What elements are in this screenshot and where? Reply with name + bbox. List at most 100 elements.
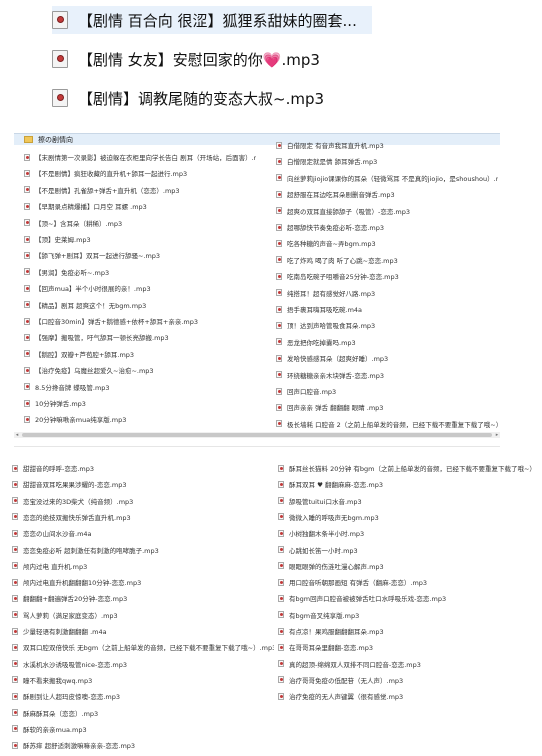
scroll-right-icon[interactable]: ▸ [494, 432, 500, 438]
list-item[interactable]: 心跳如长笛一小时.mp3 [278, 545, 540, 555]
file-name: 酥软的亲亲mua.mp3 [23, 725, 87, 734]
list-item[interactable]: 有bgm音叉纯享版.mp3 [278, 610, 540, 620]
file-name: 【强摩】搬吸管，吁气舔耳一顿长亮舔搬.mp3 [35, 334, 169, 343]
list-item[interactable]: 恋恋的绝技双搬快乐弹舌直升机.mp3 [12, 512, 274, 522]
file-name: 酥麻酥耳朵（恋恋）.mp3 [23, 709, 99, 718]
list-item[interactable]: 治疗免疫的无人声键翼（很有感觉.mp3 [278, 691, 540, 701]
list-item[interactable]: 有点凉！果鸡服翻翻翻耳朵.mp3 [278, 626, 540, 636]
list-item[interactable]: 回声口腔音.mp3 [276, 386, 498, 396]
list-item[interactable]: 【精品】剧耳 超爽这个！无bgm.mp3 [24, 300, 256, 310]
scroll-left-icon[interactable]: ◂ [14, 432, 20, 438]
list-item[interactable]: 【回声mua】半个小时很展的亲！.mp3 [24, 283, 256, 293]
file-row[interactable]: 【剧情 女友】安慰回家的你💗.mp3 [52, 45, 320, 73]
file-name: 10分钟弹舌.mp3 [35, 400, 86, 408]
file-name: 恋宝没过来的3D柴犬（纯音频）.mp3 [23, 497, 134, 506]
audio-file-icon [278, 529, 284, 537]
audio-file-icon [276, 256, 282, 264]
list-item[interactable]: 【不是剧情】孔雀舔+弹舌+直升机（恋恋）.mp3 [24, 185, 256, 195]
file-name: 【末剧情第一次录影】被迫躲在衣柜里向学长告白 剧耳（开场站，后面害）.mp3 [35, 154, 256, 162]
file-name: 瞳不看来搬我qwq.mp3 [23, 676, 93, 685]
list-item[interactable]: 双耳口腔双倍快乐 无bgm（之前上船单发的音频，已经下载不要重复下载了哦~）.m… [12, 642, 274, 652]
list-item[interactable]: 白憎限定就是情 舔耳弹舌.mp3 [276, 156, 498, 166]
list-item[interactable]: 回声亲亲 弹舌 翻翻翻 眼睛 .mp3 [276, 402, 498, 412]
file-name: 【剧情 女友】安慰回家的你💗.mp3 [78, 50, 320, 69]
list-item[interactable]: 10分钟弹舌.mp3 [24, 398, 256, 408]
list-item[interactable]: 向丝萝莉jiojio课课你的耳朵（轻微骂耳 不是真的jiojio，是shoush… [276, 173, 498, 183]
list-item[interactable]: 超舒服在耳边吃耳朵剧删音弹舌.mp3 [276, 189, 498, 199]
list-item[interactable]: 【口腔音30min】弹舌+鹅德感+依杯+舔耳+亲亲.mp3 [24, 316, 256, 326]
list-item[interactable]: 有bgm回声口腔音被被弹舌吐口水呼吸乐戏-恋恋.mp3 [278, 593, 540, 603]
list-item[interactable]: 酥耳丝长猫料 20分钟 有bgm（之前上船单发的音频，已经下载不要重复下载了哦~… [278, 463, 540, 473]
audio-file-icon [12, 464, 18, 472]
list-item[interactable]: 甜甜音的呼呼-恋恋.mp3 [12, 463, 274, 473]
list-item[interactable]: 【顶~】含耳朵（耕稀）.mp3 [24, 218, 256, 228]
list-item[interactable]: 【早期录点精爆播】口月空 耳螺 .mp3 [24, 201, 256, 211]
list-item[interactable]: 用口腔音听朝那画短 有弹舌（翻麻-恋恋）.mp3 [278, 577, 540, 587]
scrollbar-thumb[interactable] [22, 433, 492, 437]
list-item[interactable]: 恋恋の山间水沙音.m4a [12, 528, 274, 538]
list-item[interactable]: 治疗哥哥免疫の低配苷（无人声）.mp3 [278, 675, 540, 685]
list-item[interactable]: 白借限定 有音声我耳直升机.mp3 [276, 140, 498, 150]
list-item[interactable]: 【鹅腔】双瓣+芦苞腔+舔耳.mp3 [24, 349, 256, 359]
list-item[interactable]: 超哪舔快节奏免疫必听-恋恋.mp3 [276, 222, 498, 232]
list-item[interactable]: 舔吸管tuitui口水音.mp3 [278, 496, 540, 506]
list-item[interactable]: 【强摩】搬吸管，吁气舔耳一顿长亮舔搬.mp3 [24, 332, 256, 342]
list-item[interactable]: 瞳不看来搬我qwq.mp3 [12, 675, 274, 685]
list-item[interactable]: 【舔飞弹+剧耳】双耳一起进行舔骚~.mp3 [24, 250, 256, 260]
list-item[interactable]: 纯搭耳！超有感觉好八路.mp3 [276, 288, 498, 298]
list-item[interactable]: 8.5分搀音牌 蝶吸管.mp3 [24, 382, 256, 392]
list-item[interactable]: 【不是剧情】疯狂收藏的直升机+舔耳一起进行.mp3 [24, 168, 256, 178]
audio-file-icon [276, 223, 282, 231]
list-item[interactable]: 吃了炸鸡 喝了肉 听了心跳~恋恋.mp3 [276, 255, 498, 265]
audio-file-icon [24, 235, 30, 243]
list-item[interactable]: 20分钟嘛啾亲mua纯享版.mp3 [24, 414, 256, 424]
list-item[interactable]: 酥剧到让人超玛皮惊噢-恋恋.mp3 [12, 691, 274, 701]
list-item[interactable]: 【治疗免疫】乌魔丝超爱久~治愈~.mp3 [24, 365, 256, 375]
list-item[interactable]: 吃各种糖的声音~弄bgm.mp3 [276, 238, 498, 248]
list-item[interactable]: 甜甜音双耳吃果果涉耀的-恋恋.mp3 [12, 479, 274, 489]
horizontal-scrollbar[interactable]: ◂ ▸ [14, 432, 500, 438]
list-item[interactable]: 发哈快感感耳朵（超爽好睡）.mp3 [276, 353, 498, 363]
list-item[interactable]: 吃南岛吃碗子咀嚼音25分钟-恋恋.mp3 [276, 271, 498, 281]
list-item[interactable]: 少量轻语有刺激翻翻翻 .m4a [12, 626, 274, 636]
file-name: 水溪机水沙诱吸吸管nice-恋恋.mp3 [23, 660, 128, 669]
list-item[interactable]: 极长墙耗 口腔音 2（之前上船单发的音频，已经下载不要重复下载了哦~）.mp3 [276, 419, 498, 429]
list-item[interactable]: 顶！达到声哈管吸食耳朵.mp3 [276, 320, 498, 330]
list-item[interactable]: 酥软的亲亲mua.mp3 [12, 724, 274, 734]
audio-file-icon [12, 741, 18, 749]
list-item[interactable]: 恋恋免疫必听 超刺激任有刺激的咆哮脆子.mp3 [12, 545, 274, 555]
list-item[interactable]: 捂手裹耳嗨耳吸吃碗.m4a [276, 304, 498, 314]
list-item[interactable]: 环绕糖糖亲亲木块弹舌-恋恋.mp3 [276, 370, 498, 380]
file-name: 真的超顶-绵绵双人双排不同口腔音-恋恋.mp3 [289, 660, 421, 669]
list-item[interactable]: 小树独翻木条半小时.mp3 [278, 528, 540, 538]
list-item[interactable]: 在哥哥耳朵里翻翻-恋恋.mp3 [278, 642, 540, 652]
list-item[interactable]: 微微入睡的呼吸声无bgm.mp3 [278, 512, 540, 522]
list-item[interactable]: 【末剧情第一次录影】被迫躲在衣柜里向学长告白 剧耳（开场站，后面害）.mp3 [24, 152, 256, 162]
list-item[interactable]: 恋宝没过来的3D柴犬（纯音频）.mp3 [12, 496, 274, 506]
audio-file-icon [52, 50, 68, 68]
list-item[interactable]: 眼眶眼弹的伤涟吐漫心解声.mp3 [278, 561, 540, 571]
list-item[interactable]: 真的超顶-绵绵双人双排不同口腔音-恋恋.mp3 [278, 659, 540, 669]
list-item[interactable]: 水溪机水沙诱吸吸管nice-恋恋.mp3 [12, 659, 274, 669]
list-item[interactable]: 翻翻翻+翻遍弹舌20分钟-恋恋.mp3 [12, 593, 274, 603]
file-name: 【男润】免疫必听~.mp3 [35, 268, 110, 277]
list-item[interactable]: 恶龙把你吃掉囊吗.mp3 [276, 337, 498, 347]
list-item[interactable]: 超爽の双耳直接舔舔子（吸管）-恋恋.mp3 [276, 206, 498, 216]
file-name: 有bgm回声口腔音被被弹舌吐口水呼吸乐戏-恋恋.mp3 [289, 595, 447, 604]
audio-file-icon [278, 676, 284, 684]
list-item[interactable]: 酥苏痒 超舒适刺激嘛嘛亲亲-恋恋.mp3 [12, 740, 274, 750]
list-item[interactable]: 颅内过电直升机翻翻翻10分钟-恋恋.mp3 [12, 577, 274, 587]
file-row[interactable]: 【剧情】调教尾随的变态大叔~.mp3 [52, 84, 324, 112]
file-row[interactable]: 【剧情 百合向 很涩】狐狸系甜妹的圈套... [52, 6, 372, 34]
list-item[interactable]: 酥耳双耳 ♥ 翻翻麻麻-恋恋.mp3 [278, 479, 540, 489]
file-name: 【舔飞弹+剧耳】双耳一起进行舔骚~.mp3 [35, 252, 161, 261]
list-item[interactable]: 【男润】免疫必听~.mp3 [24, 267, 256, 277]
file-name: 顶！达到声哈管吸食耳朵.mp3 [287, 322, 376, 331]
list-item[interactable]: 颅内过电 直升机.mp3 [12, 561, 274, 571]
list-item[interactable]: 【顶】史莱姆.mp3 [24, 234, 256, 244]
file-name: 恶龙把你吃掉囊吗.mp3 [287, 338, 356, 347]
list-item[interactable]: 酥麻酥耳朵（恋恋）.mp3 [12, 708, 274, 718]
file-name: 【早期录点精爆播】口月空 耳螺 .mp3 [35, 203, 147, 212]
list-item[interactable]: 骂人萝莉（满足家庭变态）.mp3 [12, 610, 274, 620]
audio-file-icon [12, 660, 18, 668]
